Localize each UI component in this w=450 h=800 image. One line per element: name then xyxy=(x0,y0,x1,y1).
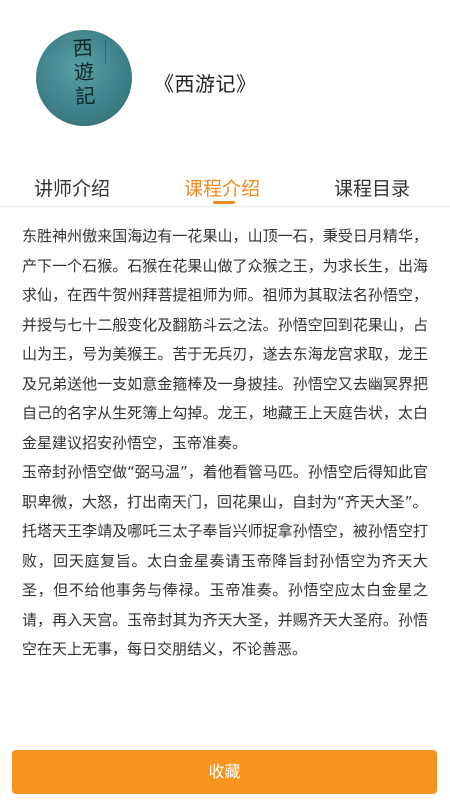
description-paragraph: 托塔天王李靖及哪吒三太子奉旨兴师捉拿孙悟空，被孙悟空打败，回天庭复旨。太白金星奏… xyxy=(22,522,428,658)
description-paragraph: 东胜神州傲来国海边有一花果山，山顶一石，秉受日月精华，产下一个石猴。石猴在花果山… xyxy=(22,227,428,452)
cover-char: 遊 xyxy=(73,59,95,85)
active-tab-indicator xyxy=(213,201,235,204)
cover-seal-mark xyxy=(105,40,114,64)
favorite-button[interactable]: 收藏 xyxy=(12,750,437,794)
tab-course-intro[interactable]: 课程介绍 xyxy=(184,174,260,201)
tab-instructor-intro[interactable]: 讲师介绍 xyxy=(34,174,110,201)
cover-calligraphy: 西 遊 記 xyxy=(62,35,106,109)
course-description[interactable]: 东胜神州傲来国海边有一花果山，山顶一石，秉受日月精华，产下一个石猴。石猴在花果山… xyxy=(22,222,428,747)
cover-char: 記 xyxy=(74,83,96,109)
book-cover-image: 西 遊 記 xyxy=(36,30,132,126)
cover-char: 西 xyxy=(72,35,94,61)
description-paragraph: 玉帝封孙悟空做“弼马温”，着他看管马匹。孙悟空后得知此官职卑微，大怒，打出南天门… xyxy=(22,463,428,511)
tab-course-catalog[interactable]: 课程目录 xyxy=(334,174,410,201)
book-title: 《西游记》 xyxy=(154,72,257,96)
tab-bar: 讲师介绍 课程介绍 课程目录 xyxy=(0,160,450,207)
course-header: 西 遊 記 《西游记》 xyxy=(0,0,450,160)
